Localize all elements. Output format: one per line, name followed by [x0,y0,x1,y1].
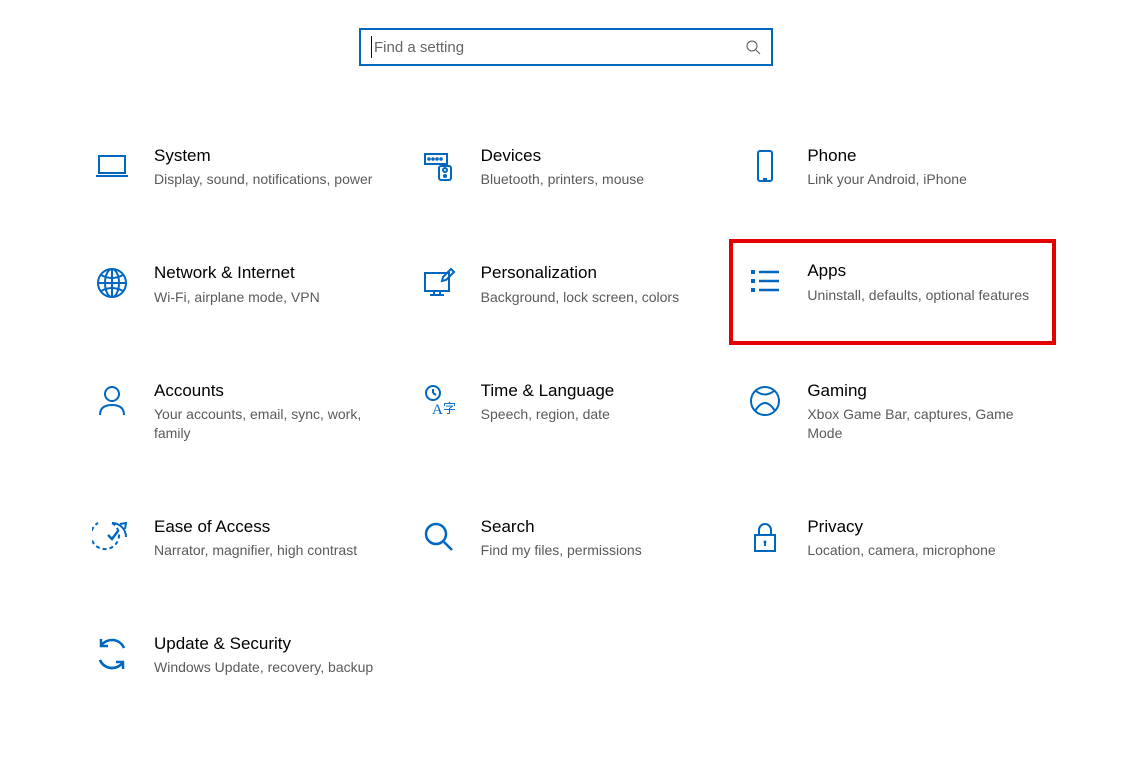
phone-icon [743,144,787,188]
tile-title: Update & Security [154,634,389,654]
tile-apps[interactable]: Apps Uninstall, defaults, optional featu… [729,239,1056,344]
tile-desc: Your accounts, email, sync, work, family [154,405,389,443]
tile-title: Privacy [807,517,1042,537]
tile-time-language[interactable]: A 字 Time & Language Speech, region, date [413,373,720,449]
tile-title: System [154,146,389,166]
text-caret [371,36,372,58]
tile-search[interactable]: Search Find my files, permissions [413,509,720,566]
magnifier-icon [417,515,461,559]
globe-icon [90,261,134,305]
settings-grid: System Display, sound, notifications, po… [86,138,1046,683]
tile-desc: Display, sound, notifications, power [154,170,389,189]
tile-privacy[interactable]: Privacy Location, camera, microphone [739,509,1046,566]
tile-title: Phone [807,146,1042,166]
search-placeholder: Find a setting [374,39,745,56]
tile-desc: Xbox Game Bar, captures, Game Mode [807,405,1042,443]
tile-network[interactable]: Network & Internet Wi-Fi, airplane mode,… [86,255,393,312]
tile-personalization[interactable]: Personalization Background, lock screen,… [413,255,720,312]
ease-of-access-icon [90,515,134,559]
tile-desc: Windows Update, recovery, backup [154,658,389,677]
sync-icon [90,632,134,676]
tile-ease-of-access[interactable]: Ease of Access Narrator, magnifier, high… [86,509,393,566]
tile-desc: Narrator, magnifier, high contrast [154,541,389,560]
xbox-icon [743,379,787,423]
personalization-icon [417,261,461,305]
search-icon [745,39,761,55]
search-input[interactable]: Find a setting [359,28,773,66]
tile-desc: Location, camera, microphone [807,541,1042,560]
tile-phone[interactable]: Phone Link your Android, iPhone [739,138,1046,195]
tile-title: Ease of Access [154,517,389,537]
tile-desc: Speech, region, date [481,405,716,424]
tile-desc: Bluetooth, printers, mouse [481,170,716,189]
tile-desc: Find my files, permissions [481,541,716,560]
tile-desc: Background, lock screen, colors [481,288,716,307]
lock-icon [743,515,787,559]
tile-title: Devices [481,146,716,166]
tile-title: Network & Internet [154,263,389,283]
tile-title: Accounts [154,381,389,401]
tile-desc: Link your Android, iPhone [807,170,1042,189]
time-language-icon: A 字 [417,379,461,423]
tile-accounts[interactable]: Accounts Your accounts, email, sync, wor… [86,373,393,449]
devices-icon [417,144,461,188]
tile-update-security[interactable]: Update & Security Windows Update, recove… [86,626,393,683]
tile-desc: Wi-Fi, airplane mode, VPN [154,288,389,307]
tile-desc: Uninstall, defaults, optional features [807,286,1042,305]
tile-title: Apps [807,261,1042,281]
apps-list-icon [743,259,787,303]
svg-text:A: A [432,402,443,418]
tile-system[interactable]: System Display, sound, notifications, po… [86,138,393,195]
tile-title: Personalization [481,263,716,283]
laptop-icon [90,144,134,188]
tile-gaming[interactable]: Gaming Xbox Game Bar, captures, Game Mod… [739,373,1046,449]
tile-devices[interactable]: Devices Bluetooth, printers, mouse [413,138,720,195]
tile-title: Search [481,517,716,537]
tile-title: Time & Language [481,381,716,401]
tile-title: Gaming [807,381,1042,401]
person-icon [90,379,134,423]
svg-text:字: 字 [443,401,456,416]
